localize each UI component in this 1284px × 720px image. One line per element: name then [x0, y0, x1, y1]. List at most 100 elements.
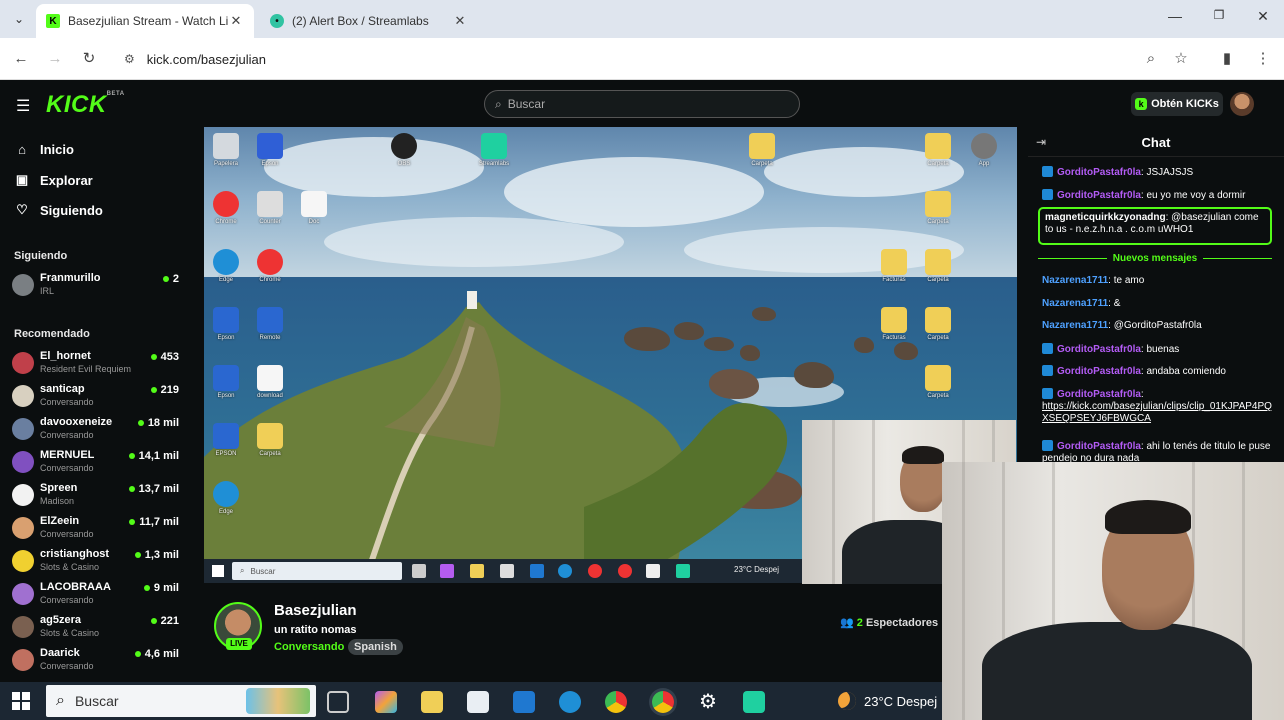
chat-username[interactable]: Nazarena1711: [1042, 320, 1108, 331]
desktop-icon[interactable]: Carpeta: [252, 423, 288, 458]
chat-username[interactable]: GorditoPastafr0la: [1057, 366, 1141, 377]
desktop-icon[interactable]: download: [252, 365, 288, 400]
back-arrow-icon[interactable]: ←: [10, 48, 32, 70]
streamer-name[interactable]: Basezjulian: [274, 602, 357, 619]
chrome-icon[interactable]: [618, 564, 632, 578]
kick-logo[interactable]: KICKBETA: [46, 91, 125, 119]
task-view-icon[interactable]: [412, 564, 426, 578]
site-info-icon[interactable]: ⚙: [124, 52, 135, 66]
copilot-icon[interactable]: [375, 691, 397, 713]
forward-arrow-icon[interactable]: →: [44, 48, 66, 70]
desktop-icon[interactable]: Counter: [252, 191, 288, 226]
desktop-icon[interactable]: Carpeta: [920, 365, 956, 400]
chat-username[interactable]: Nazarena1711: [1042, 275, 1108, 286]
taskbar-search[interactable]: ⌕ Buscar: [46, 685, 316, 717]
chat-username[interactable]: GorditoPastafr0la: [1057, 441, 1141, 452]
close-tab-icon[interactable]: ✕: [228, 13, 244, 29]
search-input[interactable]: [507, 97, 768, 111]
tab-streamlabs[interactable]: • (2) Alert Box / Streamlabs ✕: [260, 4, 478, 38]
user-avatar[interactable]: [1230, 92, 1254, 116]
recommended-channel[interactable]: El_hornet Resident Evil Requiem 453: [12, 350, 182, 380]
sidebar-item-explorar[interactable]: ▣ Explorar: [14, 172, 93, 188]
chrome-icon[interactable]: [588, 564, 602, 578]
desktop-icon[interactable]: Edge: [208, 481, 244, 516]
desktop-icon[interactable]: Remote: [252, 307, 288, 342]
desktop-icon[interactable]: Facturas: [876, 249, 912, 284]
following-channel[interactable]: Franmurillo IRL 2: [12, 272, 182, 302]
recommended-channel[interactable]: Spreen Madison 13,7 mil: [12, 482, 182, 512]
stream-category[interactable]: Conversando: [274, 641, 344, 653]
edge-icon[interactable]: [559, 691, 581, 713]
desktop-icon[interactable]: Chrome: [208, 191, 244, 226]
desktop-icon[interactable]: Carpeta: [920, 307, 956, 342]
folder-icon[interactable]: [470, 564, 484, 578]
recommended-channel[interactable]: LACOBRAAA Conversando 9 mil: [12, 581, 182, 611]
desktop-icon[interactable]: Epson: [252, 133, 288, 168]
menu-kebab-icon[interactable]: ⋮: [1252, 48, 1274, 70]
recommended-channel[interactable]: MERNUEL Conversando 14,1 mil: [12, 449, 182, 479]
chat-username[interactable]: GorditoPastafr0la: [1057, 344, 1141, 355]
recommended-channel[interactable]: cristianghost Slots & Casino 1,3 mil: [12, 548, 182, 578]
desktop-icon[interactable]: Facturas: [876, 307, 912, 342]
tab-basezjulian[interactable]: K Basezjulian Stream - Watch Live ✕: [36, 4, 254, 38]
tab-search-chevron-icon[interactable]: ⌄: [8, 8, 30, 30]
desktop-icon[interactable]: Papelera: [208, 133, 244, 168]
chat-username[interactable]: GorditoPastafr0la: [1057, 167, 1141, 178]
desktop-icon[interactable]: EPSON: [208, 423, 244, 458]
store-icon[interactable]: [500, 564, 514, 578]
address-bar[interactable]: ⚙ kick.com/basezjulian: [112, 44, 1192, 74]
recommended-channel[interactable]: davooxeneize Conversando 18 mil: [12, 416, 182, 446]
windows-start-icon[interactable]: [212, 565, 224, 577]
edge-icon[interactable]: [558, 564, 572, 578]
desktop-icon[interactable]: Carpeta: [920, 191, 956, 226]
chrome-icon[interactable]: [605, 691, 627, 713]
chat-username[interactable]: GorditoPastafr0la: [1057, 389, 1141, 400]
settings-gear-icon[interactable]: [646, 564, 660, 578]
microsoft-store-icon[interactable]: [467, 691, 489, 713]
chat-username[interactable]: Nazarena1711: [1042, 298, 1108, 309]
close-window-icon[interactable]: ✕: [1248, 8, 1278, 30]
recommended-channel[interactable]: ag5zera Slots & Casino 221: [12, 614, 182, 644]
desktop-icon[interactable]: OBS: [386, 133, 422, 168]
outlook-icon[interactable]: [513, 691, 535, 713]
sidebar-item-siguiendo[interactable]: ♡ Siguiendo: [14, 202, 103, 218]
chat-username[interactable]: GorditoPastafr0la: [1057, 190, 1141, 201]
reload-icon[interactable]: ↻: [78, 48, 100, 70]
minimize-icon[interactable]: —: [1160, 8, 1190, 30]
hamburger-menu-icon[interactable]: ☰: [16, 96, 30, 116]
recommended-channel[interactable]: Daarick Conversando 4,6 mil: [12, 647, 182, 677]
desktop-icon[interactable]: Epson: [208, 307, 244, 342]
language-tag[interactable]: Spanish: [348, 639, 403, 655]
recommended-channel[interactable]: santicap Conversando 219: [12, 383, 182, 413]
settings-gear-icon[interactable]: ⚙: [697, 691, 719, 713]
chat-username[interactable]: magneticquirkkzyonadng: [1045, 212, 1166, 223]
zoom-icon[interactable]: ⌕: [1140, 48, 1162, 70]
restore-icon[interactable]: ❐: [1204, 8, 1234, 30]
sidebar-item-inicio[interactable]: ⌂ Inicio: [14, 142, 74, 157]
chat-link[interactable]: https://kick.com/basezjulian/clips/clip_…: [1042, 401, 1272, 424]
streamlabs-icon[interactable]: [743, 691, 765, 713]
get-kicks-button[interactable]: k Obtén KICKs: [1131, 92, 1223, 116]
task-view-icon[interactable]: [327, 691, 349, 713]
desktop-icon[interactable]: App: [966, 133, 1002, 168]
remote-search-box[interactable]: ⌕ Buscar: [232, 562, 402, 580]
bookmark-star-icon[interactable]: ☆: [1170, 48, 1192, 70]
streamlabs-icon[interactable]: [676, 564, 690, 578]
chrome-active-icon[interactable]: [652, 691, 674, 713]
desktop-icon[interactable]: Doc: [296, 191, 332, 226]
desktop-icon[interactable]: Carpeta: [920, 133, 956, 168]
file-explorer-icon[interactable]: [421, 691, 443, 713]
desktop-icon[interactable]: Carpeta: [920, 249, 956, 284]
extension-icon[interactable]: ▮: [1216, 48, 1238, 70]
close-tab-icon[interactable]: ✕: [452, 13, 468, 29]
windows-start-icon[interactable]: [12, 692, 30, 710]
desktop-icon[interactable]: Epson: [208, 365, 244, 400]
search-bar[interactable]: ⌕: [484, 90, 800, 118]
recommended-channel[interactable]: ElZeein Conversando 11,7 mil: [12, 515, 182, 545]
desktop-icon[interactable]: Streamlabs: [476, 133, 512, 168]
desktop-icon[interactable]: Edge: [208, 249, 244, 284]
desktop-icon[interactable]: Carpeta: [744, 133, 780, 168]
copilot-icon[interactable]: [440, 564, 454, 578]
desktop-icon[interactable]: Chrome: [252, 249, 288, 284]
outlook-icon[interactable]: [530, 564, 544, 578]
